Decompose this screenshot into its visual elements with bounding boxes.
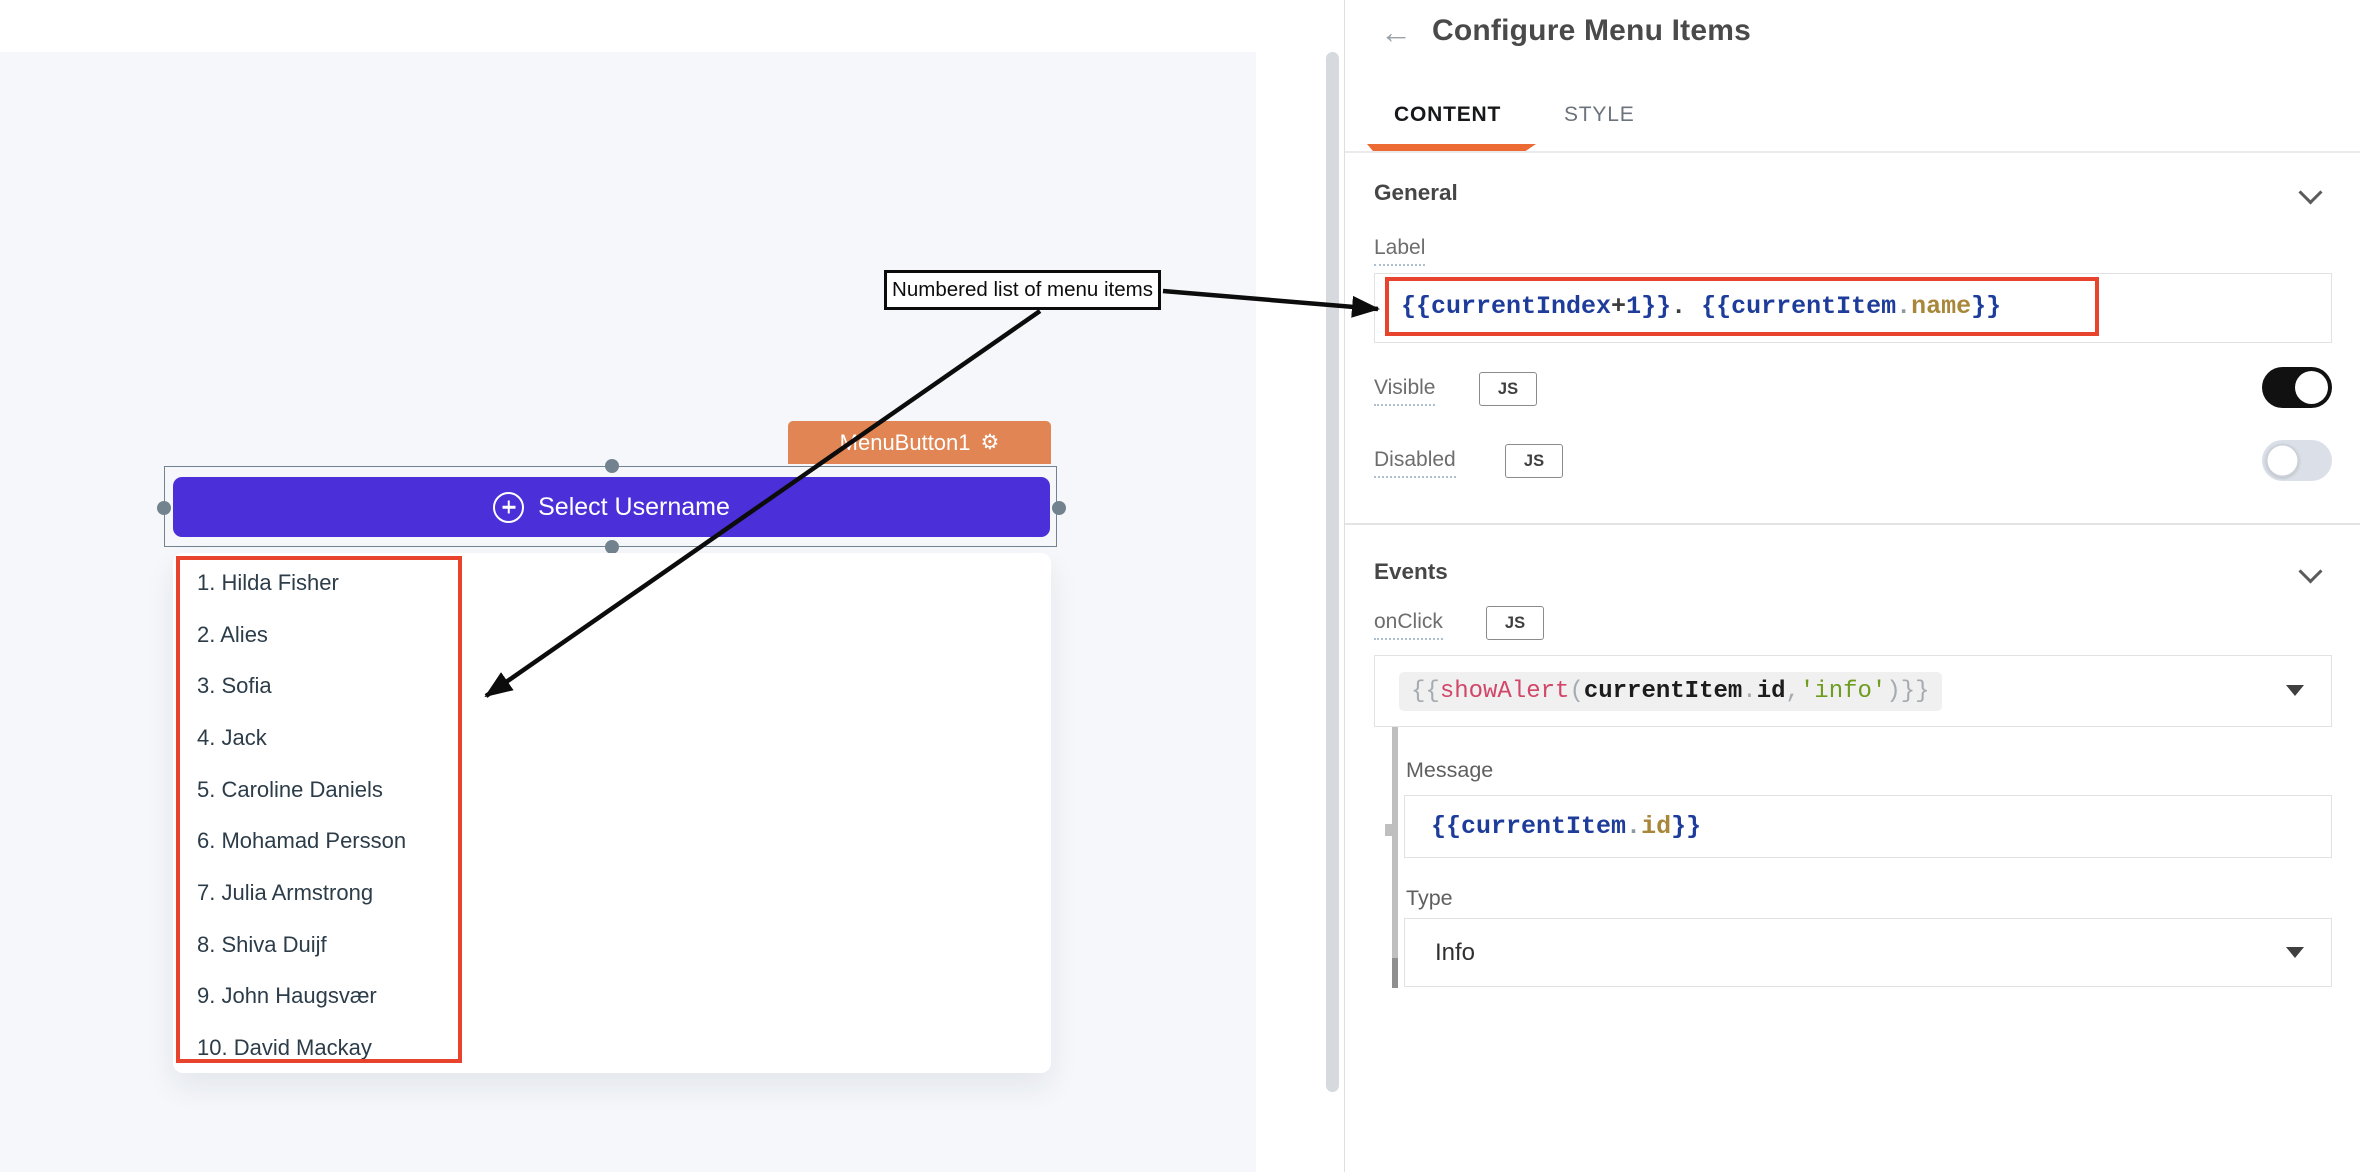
nested-field-guide-thumb[interactable] [1392, 958, 1398, 988]
section-events-title: Events [1374, 559, 1448, 585]
annotation-text: Numbered list of menu items [892, 278, 1153, 302]
menu-item[interactable]: 2. Alies [176, 609, 462, 661]
message-code-value: {{currentItem.id}} [1431, 812, 1701, 841]
tab-style[interactable]: STYLE [1564, 103, 1635, 127]
message-label: Message [1406, 758, 1493, 783]
menu-button-label: Select Username [538, 493, 730, 522]
resize-handle-bottom[interactable] [605, 540, 619, 554]
section-divider [1345, 523, 2360, 525]
disabled-label: Disabled [1374, 448, 1456, 478]
type-select[interactable]: Info [1404, 918, 2332, 987]
plus-circle-icon [493, 492, 524, 523]
annotation-highlight-label: {{currentIndex+1}}. {{currentItem.name}} [1385, 277, 2099, 336]
resize-handle-left[interactable] [157, 501, 171, 515]
label-code-value: {{currentIndex+1}}. {{currentItem.name}} [1401, 292, 2001, 321]
menu-item[interactable]: 7. Julia Armstrong [176, 867, 462, 919]
menu-item[interactable]: 5. Caroline Daniels [176, 764, 462, 816]
menu-item[interactable]: 8. Shiva Duijf [176, 919, 462, 971]
menu-item[interactable]: 9. John Haugsvær [176, 971, 462, 1023]
menu-item[interactable]: 3. Sofia [176, 660, 462, 712]
dropdown-caret-icon[interactable] [2286, 947, 2304, 958]
menu-item[interactable]: 10. David Mackay [176, 1022, 462, 1074]
disabled-switch[interactable] [2262, 440, 2332, 481]
visible-label: Visible [1374, 376, 1435, 406]
nested-field-guide [1392, 727, 1398, 988]
dropdown-caret-icon[interactable] [2286, 685, 2304, 696]
menu-item[interactable]: 4. Jack [176, 712, 462, 764]
visible-switch[interactable] [2262, 367, 2332, 408]
type-label: Type [1406, 886, 1453, 911]
annotation-callout: Numbered list of menu items [884, 270, 1161, 310]
widget-name-label: MenuButton1 [840, 430, 971, 456]
switch-knob [2266, 444, 2299, 477]
widget-name-badge[interactable]: MenuButton1 ⚙ [788, 421, 1051, 464]
resize-handle-top[interactable] [605, 459, 619, 473]
message-input[interactable]: {{currentItem.id}} [1404, 795, 2332, 858]
pane-title: Configure Menu Items [1432, 14, 1751, 48]
menu-item-list: 1. Hilda Fisher2. Alies3. Sofia4. Jack5.… [176, 557, 462, 1074]
resize-handle-right[interactable] [1052, 501, 1066, 515]
canvas-scrollbar[interactable] [1326, 52, 1339, 1092]
menu-item[interactable]: 1. Hilda Fisher [176, 557, 462, 609]
gear-icon[interactable]: ⚙ [981, 432, 1000, 453]
back-arrow-icon[interactable]: ← [1380, 16, 1412, 48]
menu-item[interactable]: 6. Mohamad Persson [176, 815, 462, 867]
label-field-label: Label [1374, 236, 1425, 266]
onclick-js-toggle[interactable]: JS [1486, 606, 1544, 640]
tab-content[interactable]: CONTENT [1394, 103, 1501, 127]
menu-button[interactable]: Select Username [173, 477, 1050, 537]
onclick-code-value: {{showAlert(currentItem.id,'info')}} [1399, 672, 1942, 711]
switch-knob [2295, 371, 2328, 404]
visible-js-toggle[interactable]: JS [1479, 372, 1537, 406]
type-selected-value: Info [1435, 939, 1475, 967]
section-general-title: General [1374, 180, 1458, 206]
onclick-label: onClick [1374, 610, 1443, 640]
onclick-action-select[interactable]: {{showAlert(currentItem.id,'info')}} [1374, 655, 2332, 727]
nested-field-guide-notch [1385, 824, 1392, 836]
property-pane [1344, 0, 2360, 1172]
tabs-divider [1345, 151, 2360, 153]
disabled-js-toggle[interactable]: JS [1505, 444, 1563, 478]
